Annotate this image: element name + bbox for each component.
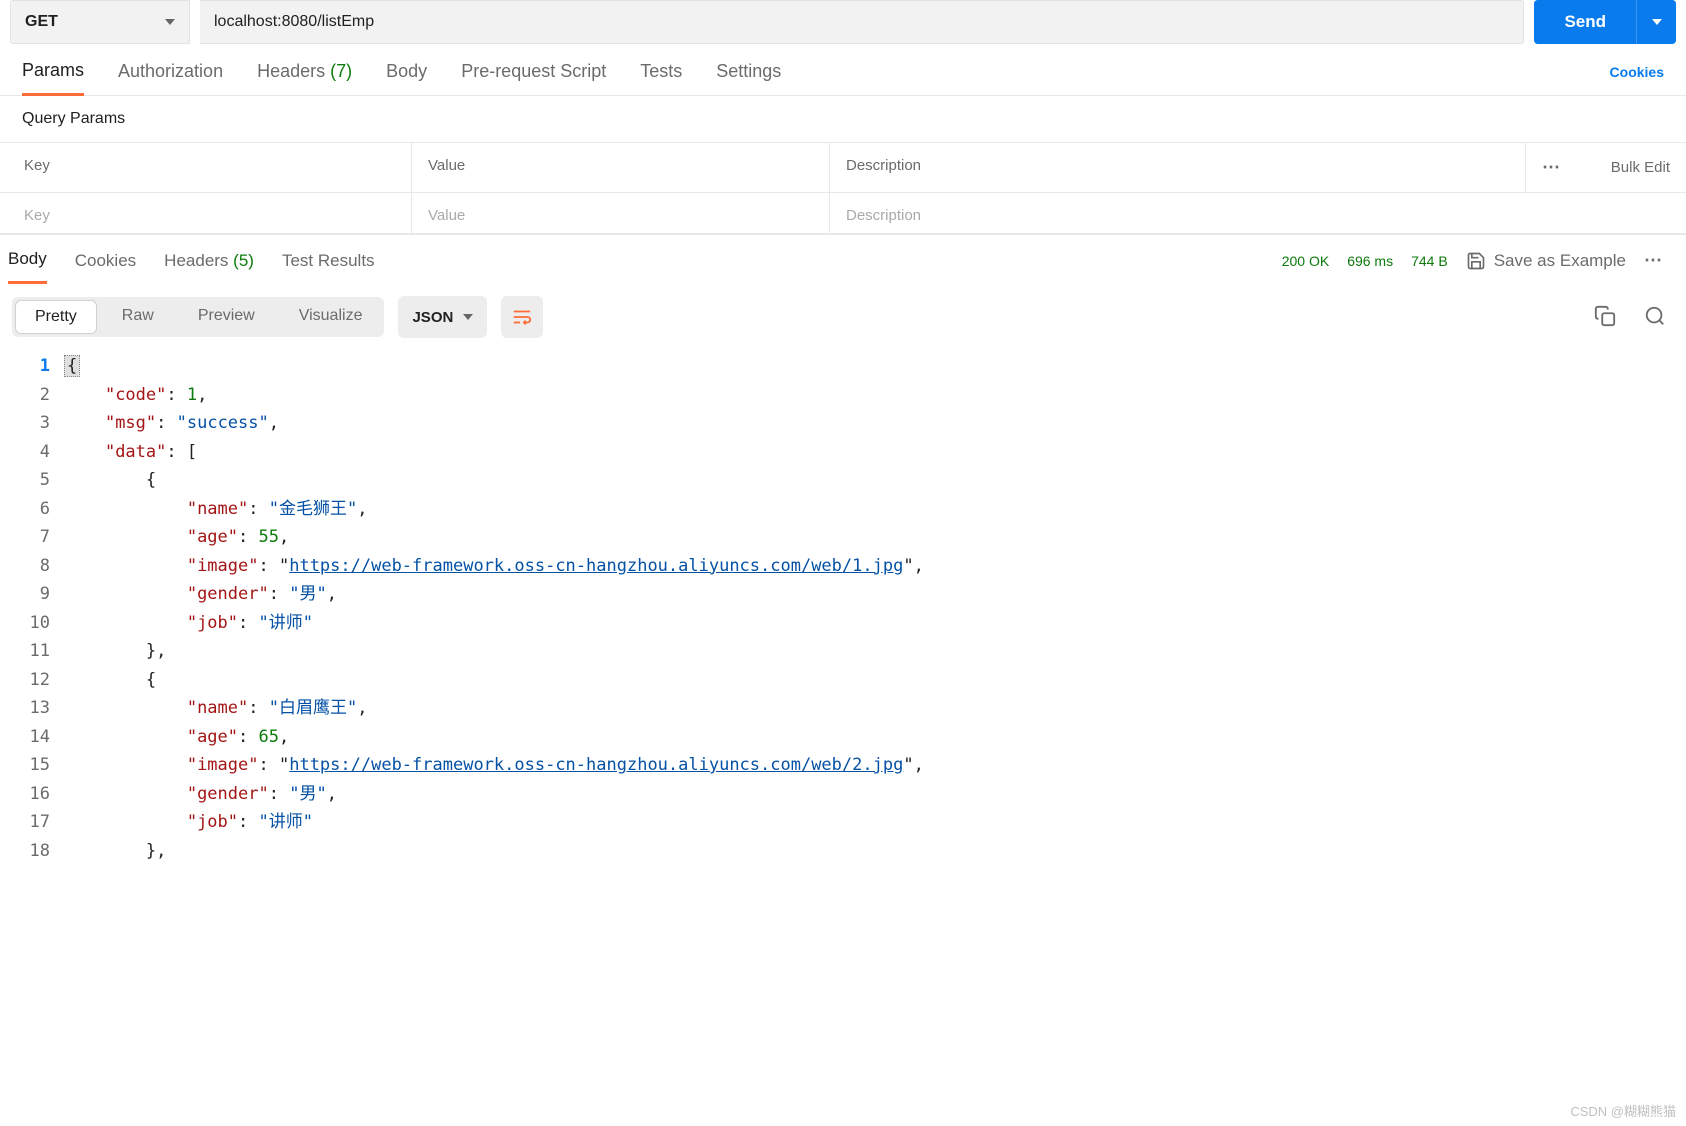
response-more-icon[interactable]: ⋯ bbox=[1644, 250, 1664, 271]
response-actions bbox=[1594, 305, 1666, 330]
col-description: Description bbox=[830, 143, 1526, 192]
view-visualize[interactable]: Visualize bbox=[277, 297, 385, 337]
tab-prerequest[interactable]: Pre-request Script bbox=[461, 61, 606, 94]
tab-authorization[interactable]: Authorization bbox=[118, 61, 223, 94]
query-params-title: Query Params bbox=[0, 96, 1686, 142]
content-type-select[interactable]: JSON bbox=[398, 296, 487, 338]
col-key: Key bbox=[0, 143, 412, 192]
tab-tests[interactable]: Tests bbox=[640, 61, 682, 94]
view-raw[interactable]: Raw bbox=[100, 297, 176, 337]
value-input[interactable]: Value bbox=[412, 193, 830, 233]
wrap-lines-button[interactable] bbox=[501, 296, 543, 338]
view-mode-segment: Pretty Raw Preview Visualize bbox=[12, 297, 384, 337]
chevron-down-icon bbox=[463, 314, 473, 320]
response-size: 744 B bbox=[1411, 253, 1448, 269]
url-input[interactable] bbox=[200, 0, 1524, 44]
tab-resp-test-results[interactable]: Test Results bbox=[282, 251, 375, 283]
view-pretty[interactable]: Pretty bbox=[15, 300, 97, 334]
col-value: Value bbox=[412, 143, 830, 192]
response-view-row: Pretty Raw Preview Visualize JSON bbox=[0, 284, 1686, 348]
save-icon bbox=[1466, 251, 1486, 271]
copy-icon bbox=[1594, 305, 1616, 327]
table-header-row: Key Value Description ⋯ Bulk Edit bbox=[0, 143, 1686, 193]
tab-headers[interactable]: Headers (7) bbox=[257, 61, 352, 94]
save-as-example-button[interactable]: Save as Example bbox=[1466, 251, 1626, 271]
tab-resp-headers[interactable]: Headers (5) bbox=[164, 251, 254, 283]
response-meta: 200 OK 696 ms 744 B Save as Example ⋯ bbox=[1282, 250, 1664, 283]
tab-body[interactable]: Body bbox=[386, 61, 427, 94]
chevron-down-icon bbox=[1652, 19, 1662, 25]
desc-input[interactable]: Description bbox=[830, 193, 1686, 233]
tab-resp-body[interactable]: Body bbox=[8, 249, 47, 284]
copy-button[interactable] bbox=[1594, 305, 1616, 330]
query-params-table: Key Value Description ⋯ Bulk Edit Key Va… bbox=[0, 142, 1686, 234]
search-button[interactable] bbox=[1644, 305, 1666, 330]
tab-settings[interactable]: Settings bbox=[716, 61, 781, 94]
response-time: 696 ms bbox=[1347, 253, 1393, 269]
search-icon bbox=[1644, 305, 1666, 327]
view-preview[interactable]: Preview bbox=[176, 297, 277, 337]
tab-params[interactable]: Params bbox=[22, 60, 84, 96]
send-button[interactable]: Send bbox=[1534, 0, 1636, 44]
send-dropdown-button[interactable] bbox=[1636, 0, 1676, 44]
http-method-select[interactable]: GET bbox=[10, 0, 190, 44]
tab-resp-cookies[interactable]: Cookies bbox=[75, 251, 136, 283]
request-tabs: Params Authorization Headers (7) Body Pr… bbox=[0, 52, 1686, 96]
more-columns-icon[interactable]: ⋯ bbox=[1542, 157, 1562, 178]
watermark: CSDN @糊糊熊猫 bbox=[1570, 1101, 1676, 1120]
send-button-group: Send bbox=[1534, 0, 1676, 44]
wrap-icon bbox=[511, 306, 533, 328]
request-bar: GET Send bbox=[0, 0, 1686, 52]
table-row[interactable]: Key Value Description bbox=[0, 193, 1686, 233]
line-gutter: 123456789101112131415161718 bbox=[0, 352, 64, 865]
col-actions: ⋯ Bulk Edit bbox=[1526, 143, 1686, 192]
status-code: 200 OK bbox=[1282, 253, 1329, 269]
key-input[interactable]: Key bbox=[0, 193, 412, 233]
code-body: { "code": 1, "msg": "success", "data": [… bbox=[64, 352, 924, 865]
cookies-link[interactable]: Cookies bbox=[1610, 64, 1664, 92]
chevron-down-icon bbox=[165, 19, 175, 25]
response-body-editor[interactable]: 123456789101112131415161718 { "code": 1,… bbox=[0, 348, 1686, 875]
bulk-edit-link[interactable]: Bulk Edit bbox=[1611, 159, 1670, 176]
response-tabs: Body Cookies Headers (5) Test Results 20… bbox=[0, 234, 1686, 284]
method-label: GET bbox=[25, 13, 58, 31]
